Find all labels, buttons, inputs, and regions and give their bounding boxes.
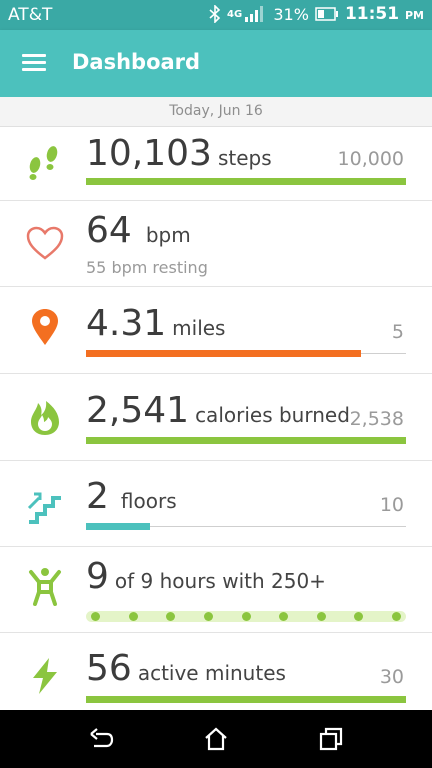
distance-tile[interactable]: 4.31 miles 5 (0, 287, 432, 374)
menu-icon[interactable] (22, 53, 46, 73)
hourly-activity-tile[interactable]: 9 of 9 hours with 250+ (0, 546, 432, 633)
date-header: Today, Jun 16 (0, 97, 432, 127)
status-icons: 4G 31% 11:51 PM (209, 4, 424, 24)
active-value-line: 56 active minutes (86, 648, 286, 689)
heart-rate-tile[interactable]: 64 bpm 55 bpm resting (0, 200, 432, 287)
hourly-dot (316, 612, 326, 621)
battery-percent: 31% (273, 4, 309, 24)
distance-progress-fill (86, 350, 362, 357)
location-pin-icon (32, 309, 58, 345)
stairs-icon (27, 492, 61, 524)
hourly-dot (91, 612, 100, 621)
active-goal: 30 (379, 666, 404, 688)
status-bar: AT&T 4G 31% 11:51 PM (0, 0, 432, 30)
heart-value: 64 (86, 210, 132, 251)
hourly-dot (392, 612, 401, 621)
calories-value: 2,541 (86, 390, 190, 431)
heart-resting: 55 bpm resting (86, 258, 208, 277)
distance-value-line: 4.31 miles (86, 303, 225, 344)
distance-unit: miles (172, 316, 226, 340)
hourly-dot (166, 612, 176, 621)
clock: 11:51 PM (345, 4, 424, 24)
calories-tile[interactable]: 2,541 calories burned 2,538 (0, 374, 432, 461)
floors-progress-bar (86, 523, 406, 530)
hourly-unit: of 9 hours with 250+ (114, 569, 326, 593)
distance-value: 4.31 (86, 303, 167, 344)
heart-icon (26, 226, 64, 260)
hourly-dot (279, 612, 289, 621)
floors-value: 2 (86, 476, 109, 517)
active-progress-bar (86, 696, 406, 703)
home-icon[interactable] (203, 726, 229, 752)
date-label: Today, Jun 16 (169, 103, 263, 119)
steps-progress-bar (86, 178, 406, 185)
hourly-progress-dots (86, 611, 406, 622)
page-title: Dashboard (72, 50, 201, 74)
heart-value-line: 64 bpm (86, 210, 191, 251)
heart-unit: bpm (145, 223, 191, 247)
hourly-value-line: 9 of 9 hours with 250+ (86, 556, 326, 597)
calories-progress-fill (86, 437, 406, 444)
hourly-dot (203, 612, 213, 621)
svg-text:4G: 4G (227, 9, 242, 20)
person-icon (29, 568, 61, 606)
hourly-dot (354, 612, 364, 621)
clock-ampm: PM (404, 9, 424, 22)
bluetooth-icon (209, 5, 221, 23)
flame-icon (31, 401, 59, 435)
floors-unit: floors (120, 489, 177, 513)
active-progress-fill (86, 696, 406, 703)
active-unit: active minutes (137, 661, 286, 685)
carrier-label: AT&T (8, 5, 53, 25)
floors-progress-fill (86, 523, 150, 530)
lte-signal-icon: 4G (227, 6, 264, 22)
active-value: 56 (86, 648, 132, 689)
steps-value-line: 10,103 steps (86, 133, 272, 174)
hourly-dot (128, 612, 138, 621)
hourly-dot (241, 612, 251, 621)
calories-goal: 2,538 (349, 408, 404, 430)
back-icon[interactable] (88, 726, 114, 752)
battery-icon (315, 7, 338, 21)
calories-unit: calories burned (195, 403, 350, 427)
active-minutes-tile[interactable]: 56 active minutes 30 (0, 632, 432, 710)
floors-tile[interactable]: 2 floors 10 (0, 460, 432, 547)
steps-value: 10,103 (86, 133, 212, 174)
lightning-icon (33, 658, 57, 694)
floors-goal: 10 (379, 494, 404, 516)
footprints-icon (29, 146, 58, 180)
steps-goal: 10,000 (337, 148, 404, 170)
calories-value-line: 2,541 calories burned (86, 390, 350, 431)
clock-time: 11:51 (344, 4, 400, 24)
distance-progress-bar (86, 350, 406, 357)
navigation-bar (0, 710, 432, 768)
steps-tile[interactable]: 10,103 steps 10,000 (0, 126, 432, 201)
recents-icon[interactable] (318, 726, 344, 752)
steps-progress-fill (86, 178, 406, 185)
steps-unit: steps (217, 146, 272, 170)
app-bar: Dashboard (0, 30, 432, 97)
calories-progress-bar (86, 437, 406, 444)
hourly-value: 9 (86, 556, 109, 597)
distance-goal: 5 (391, 321, 404, 343)
floors-value-line: 2 floors (86, 476, 177, 517)
